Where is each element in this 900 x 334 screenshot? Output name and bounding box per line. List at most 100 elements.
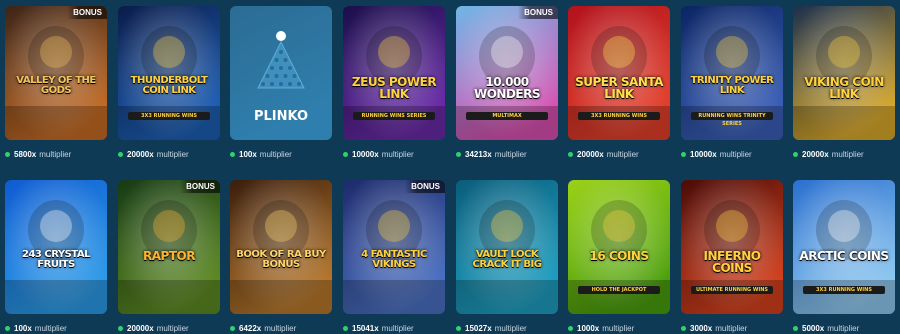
game-title: RAPTOR: [143, 249, 195, 263]
multiplier-info: 20000x multiplier: [568, 148, 639, 160]
multiplier-value: 6422x: [239, 323, 262, 333]
multiplier-info: 3000x multiplier: [681, 322, 747, 334]
multiplier-info: 20000x multiplier: [118, 322, 189, 334]
online-status-dot-icon: [456, 325, 461, 331]
multiplier-value: 15027x: [465, 323, 492, 333]
game-thumbnail[interactable]: INFERNO COINS ULTIMATE RUNNING WINS: [681, 180, 783, 314]
multiplier-label: multiplier: [719, 149, 752, 159]
multiplier-info: 10000x multiplier: [343, 148, 414, 160]
game-title: PLINKO: [253, 109, 309, 124]
game-card-thunderbolt-coin-link[interactable]: THUNDERBOLT COIN LINK 3X3 RUNNING WINS 200…: [118, 6, 220, 159]
game-card-valley-of-the-gods[interactable]: VALLEY OF THE GODS BONUS 5800x multiplier: [5, 6, 107, 159]
multiplier-info: 34213x multiplier: [456, 148, 527, 160]
game-subtitle: 3X3 RUNNING WINS: [578, 112, 660, 120]
multiplier-label: multiplier: [715, 323, 748, 333]
online-status-dot-icon: [118, 151, 123, 157]
multiplier-label: multiplier: [494, 323, 527, 333]
game-thumbnail[interactable]: VALLEY OF THE GODS BONUS: [5, 6, 107, 140]
game-card-zeus-power-link[interactable]: ZEUS POWER LINK RUNNING WINS SERIES 10000x…: [343, 6, 445, 159]
multiplier-info: 15041x multiplier: [343, 322, 414, 334]
game-title: 16 COINS: [589, 249, 649, 263]
multiplier-label: multiplier: [156, 323, 189, 333]
game-title: BOOK OF RA BUY BONUS: [236, 249, 326, 270]
multiplier-value: 1000x: [577, 323, 600, 333]
multiplier-label: multiplier: [259, 149, 292, 159]
game-thumbnail[interactable]: BOOK OF RA BUY BONUS: [230, 180, 332, 314]
multiplier-info: 100x multiplier: [5, 322, 67, 334]
multiplier-label: multiplier: [34, 323, 67, 333]
multiplier-label: multiplier: [827, 323, 860, 333]
game-title: VALLEY OF THE GODS: [16, 75, 96, 96]
multiplier-value: 10000x: [352, 149, 379, 159]
game-subtitle: ULTIMATE RUNNING WINS: [691, 286, 773, 294]
game-thumbnail[interactable]: 10.000 Wonders MULTIMAX BONUS: [456, 6, 558, 140]
game-card-10000-wonders[interactable]: 10.000 Wonders MULTIMAX BONUS 34213x multipl…: [456, 6, 558, 159]
bonus-badge: BONUS: [180, 180, 220, 193]
multiplier-info: 1000x multiplier: [568, 322, 634, 334]
multiplier-info: 20000x multiplier: [118, 148, 189, 160]
bonus-badge: BONUS: [518, 6, 558, 19]
game-subtitle: RUNNING WINS SERIES: [353, 112, 435, 120]
multiplier-value: 20000x: [577, 149, 604, 159]
multiplier-label: multiplier: [39, 149, 72, 159]
game-thumbnail[interactable]: VIKING COIN LINK: [793, 6, 895, 140]
game-thumbnail[interactable]: 4 FANTASTIC VIKINGS BONUS: [343, 180, 445, 314]
multiplier-info: 10000x multiplier: [681, 148, 752, 160]
game-thumbnail[interactable]: VAULT LOCK CRACK IT BIG: [456, 180, 558, 314]
game-card-book-of-ra-buy-bonus[interactable]: BOOK OF RA BUY BONUS 6422x multiplier: [230, 180, 332, 333]
game-card-plinko[interactable]: PLINKO 100x multiplier: [230, 6, 332, 159]
multiplier-value: 20000x: [802, 149, 829, 159]
game-card-viking-coin-link[interactable]: VIKING COIN LINK 20000x multiplier: [793, 6, 895, 159]
multiplier-value: 100x: [239, 149, 257, 159]
game-card-raptor[interactable]: RAPTOR BONUS 20000x multiplier: [118, 180, 220, 333]
game-card-arctic-coins[interactable]: ARCTIC COINS 3X3 RUNNING WINS 5000x multipl…: [793, 180, 895, 333]
game-card-inferno-coins[interactable]: INFERNO COINS ULTIMATE RUNNING WINS 3000x m…: [681, 180, 783, 333]
game-thumbnail[interactable]: 16 COINS HOLD THE JACKPOT: [568, 180, 670, 314]
online-status-dot-icon: [793, 151, 798, 157]
multiplier-info: 6422x multiplier: [230, 322, 296, 334]
game-title: VIKING COIN LINK: [804, 75, 884, 101]
game-title: INFERNO COINS: [703, 249, 761, 275]
game-subtitle: MULTIMAX: [466, 112, 548, 120]
game-card-4-fantastic-vikings[interactable]: 4 FANTASTIC VIKINGS BONUS 15041x multiplier: [343, 180, 445, 333]
multiplier-value: 15041x: [352, 323, 379, 333]
multiplier-value: 100x: [14, 323, 32, 333]
game-title: THUNDERBOLT COIN LINK: [130, 75, 208, 96]
multiplier-info: 15027x multiplier: [456, 322, 527, 334]
game-thumbnail[interactable]: PLINKO: [230, 6, 332, 140]
multiplier-value: 5000x: [802, 323, 825, 333]
multiplier-value: 5800x: [14, 149, 37, 159]
game-thumbnail[interactable]: THUNDERBOLT COIN LINK 3X3 RUNNING WINS: [118, 6, 220, 140]
game-thumbnail[interactable]: ARCTIC COINS 3X3 RUNNING WINS: [793, 180, 895, 314]
game-title: 10.000 Wonders: [473, 75, 541, 101]
game-title: 4 FANTASTIC VIKINGS: [361, 249, 427, 270]
multiplier-info: 5000x multiplier: [793, 322, 859, 334]
game-title: VAULT LOCK CRACK IT BIG: [472, 249, 542, 270]
game-title: SUPER SANTA LINK: [575, 75, 663, 101]
game-card-243-crystal-fruits[interactable]: 243 CRYSTAL FRUITS 100x multiplier: [5, 180, 107, 333]
game-thumbnail[interactable]: TRINITY POWER LINK RUNNING WINS TRINITY S…: [681, 6, 783, 140]
game-card-16-coins[interactable]: 16 COINS HOLD THE JACKPOT 1000x multiplier: [568, 180, 670, 333]
game-thumbnail[interactable]: ZEUS POWER LINK RUNNING WINS SERIES: [343, 6, 445, 140]
multiplier-info: 100x multiplier: [230, 148, 292, 160]
game-thumbnail[interactable]: 243 CRYSTAL FRUITS: [5, 180, 107, 314]
game-title: ARCTIC COINS: [799, 249, 889, 263]
game-thumbnail[interactable]: SUPER SANTA LINK 3X3 RUNNING WINS: [568, 6, 670, 140]
bonus-badge: BONUS: [67, 6, 107, 19]
game-card-trinity-power-link[interactable]: TRINITY POWER LINK RUNNING WINS TRINITY S…: [681, 6, 783, 159]
multiplier-value: 34213x: [465, 149, 492, 159]
game-subtitle: HOLD THE JACKPOT: [578, 286, 660, 294]
online-status-dot-icon: [230, 151, 235, 157]
multiplier-label: multiplier: [494, 149, 527, 159]
bonus-badge: BONUS: [405, 180, 445, 193]
game-thumbnail[interactable]: RAPTOR BONUS: [118, 180, 220, 314]
multiplier-info: 20000x multiplier: [793, 148, 864, 160]
game-subtitle: 3X3 RUNNING WINS: [803, 286, 885, 294]
multiplier-label: multiplier: [381, 323, 414, 333]
online-status-dot-icon: [230, 325, 235, 331]
game-subtitle: RUNNING WINS TRINITY SERIES: [691, 112, 773, 127]
game-card-super-santa-link[interactable]: SUPER SANTA LINK 3X3 RUNNING WINS 20000x mu…: [568, 6, 670, 159]
online-status-dot-icon: [568, 151, 573, 157]
game-card-vault-lock[interactable]: VAULT LOCK CRACK IT BIG 15027x multiplier: [456, 180, 558, 333]
online-status-dot-icon: [456, 151, 461, 157]
